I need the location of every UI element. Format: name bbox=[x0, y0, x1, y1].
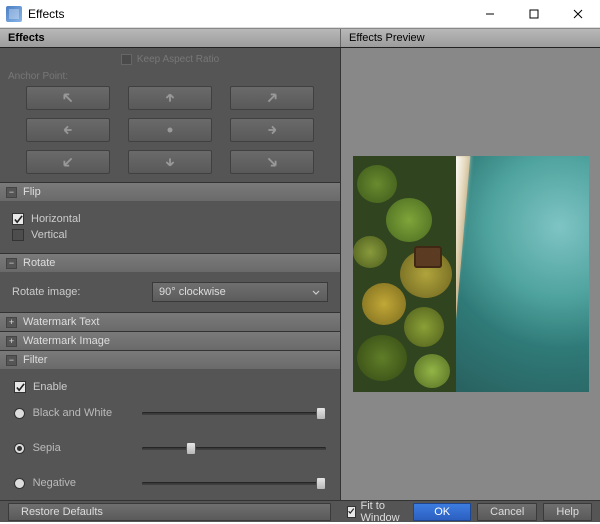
anchor-point-label: Anchor Point: bbox=[8, 71, 332, 82]
watermark-image-title: Watermark Image bbox=[23, 335, 110, 347]
anchor-nw-button[interactable] bbox=[26, 86, 110, 110]
minimize-button[interactable] bbox=[468, 0, 512, 28]
filter-enable-label: Enable bbox=[33, 381, 67, 393]
filter-section-header[interactable]: − Filter bbox=[0, 351, 340, 369]
cancel-button[interactable]: Cancel bbox=[477, 503, 537, 521]
window-titlebar: Effects bbox=[0, 0, 600, 28]
flip-horizontal-label: Horizontal bbox=[31, 213, 81, 225]
anchor-ne-button[interactable] bbox=[230, 86, 314, 110]
filter-bw-slider[interactable] bbox=[142, 406, 326, 420]
help-button[interactable]: Help bbox=[543, 503, 592, 521]
restore-defaults-button[interactable]: Restore Defaults bbox=[8, 503, 331, 521]
flip-vertical-label: Vertical bbox=[31, 229, 67, 241]
anchor-sw-button[interactable] bbox=[26, 150, 110, 174]
anchor-area: Keep Aspect Ratio Anchor Point: bbox=[0, 48, 340, 182]
close-button[interactable] bbox=[556, 0, 600, 28]
window-title: Effects bbox=[28, 7, 468, 21]
filter-negative-slider[interactable] bbox=[142, 476, 326, 490]
flip-horizontal-checkbox[interactable] bbox=[12, 213, 24, 225]
rotate-field-label: Rotate image: bbox=[12, 286, 152, 298]
preview-panel bbox=[340, 48, 600, 500]
rotate-select-value: 90° clockwise bbox=[159, 286, 226, 298]
anchor-n-button[interactable] bbox=[128, 86, 212, 110]
anchor-w-button[interactable] bbox=[26, 118, 110, 142]
filter-section-title: Filter bbox=[23, 354, 47, 366]
expand-icon: + bbox=[6, 336, 17, 347]
effects-panel-title: Effects bbox=[0, 29, 340, 47]
chevron-down-icon bbox=[309, 286, 323, 300]
anchor-se-button[interactable] bbox=[230, 150, 314, 174]
flip-vertical-checkbox[interactable] bbox=[12, 229, 24, 241]
fit-to-window-label: Fit to Window bbox=[361, 500, 404, 524]
expand-icon: + bbox=[6, 317, 17, 328]
app-icon bbox=[6, 6, 22, 22]
keep-aspect-checkbox[interactable] bbox=[121, 54, 132, 65]
filter-negative-radio[interactable] bbox=[14, 478, 25, 489]
collapse-icon: − bbox=[6, 355, 17, 366]
ok-button[interactable]: OK bbox=[413, 503, 471, 521]
dialog-footer: Restore Defaults Fit to Window OK Cancel… bbox=[0, 500, 600, 522]
rotate-section-header[interactable]: − Rotate bbox=[0, 254, 340, 272]
collapse-icon: − bbox=[6, 187, 17, 198]
watermark-text-title: Watermark Text bbox=[23, 316, 99, 328]
fit-to-window-checkbox[interactable] bbox=[347, 506, 355, 518]
rotate-select[interactable]: 90° clockwise bbox=[152, 282, 328, 302]
anchor-e-button[interactable] bbox=[230, 118, 314, 142]
anchor-s-button[interactable] bbox=[128, 150, 212, 174]
preview-panel-title: Effects Preview bbox=[340, 29, 600, 47]
watermark-image-section-header[interactable]: + Watermark Image bbox=[0, 332, 340, 350]
maximize-button[interactable] bbox=[512, 0, 556, 28]
flip-section-title: Flip bbox=[23, 186, 41, 198]
filter-negative-label: Negative bbox=[33, 477, 124, 489]
keep-aspect-label: Keep Aspect Ratio bbox=[137, 54, 219, 65]
rotate-section-title: Rotate bbox=[23, 257, 55, 269]
effects-panel: Keep Aspect Ratio Anchor Point: − Flip bbox=[0, 48, 340, 500]
collapse-icon: − bbox=[6, 258, 17, 269]
flip-section-header[interactable]: − Flip bbox=[0, 183, 340, 201]
filter-sepia-slider[interactable] bbox=[142, 441, 326, 455]
filter-sepia-label: Sepia bbox=[33, 442, 124, 454]
panel-header-row: Effects Effects Preview bbox=[0, 28, 600, 48]
filter-bw-label: Black and White bbox=[33, 407, 124, 419]
filter-enable-checkbox[interactable] bbox=[14, 381, 26, 393]
preview-image bbox=[353, 156, 589, 392]
filter-sepia-radio[interactable] bbox=[14, 443, 25, 454]
filter-bw-radio[interactable] bbox=[14, 408, 25, 419]
watermark-text-section-header[interactable]: + Watermark Text bbox=[0, 313, 340, 331]
anchor-center-button[interactable] bbox=[128, 118, 212, 142]
